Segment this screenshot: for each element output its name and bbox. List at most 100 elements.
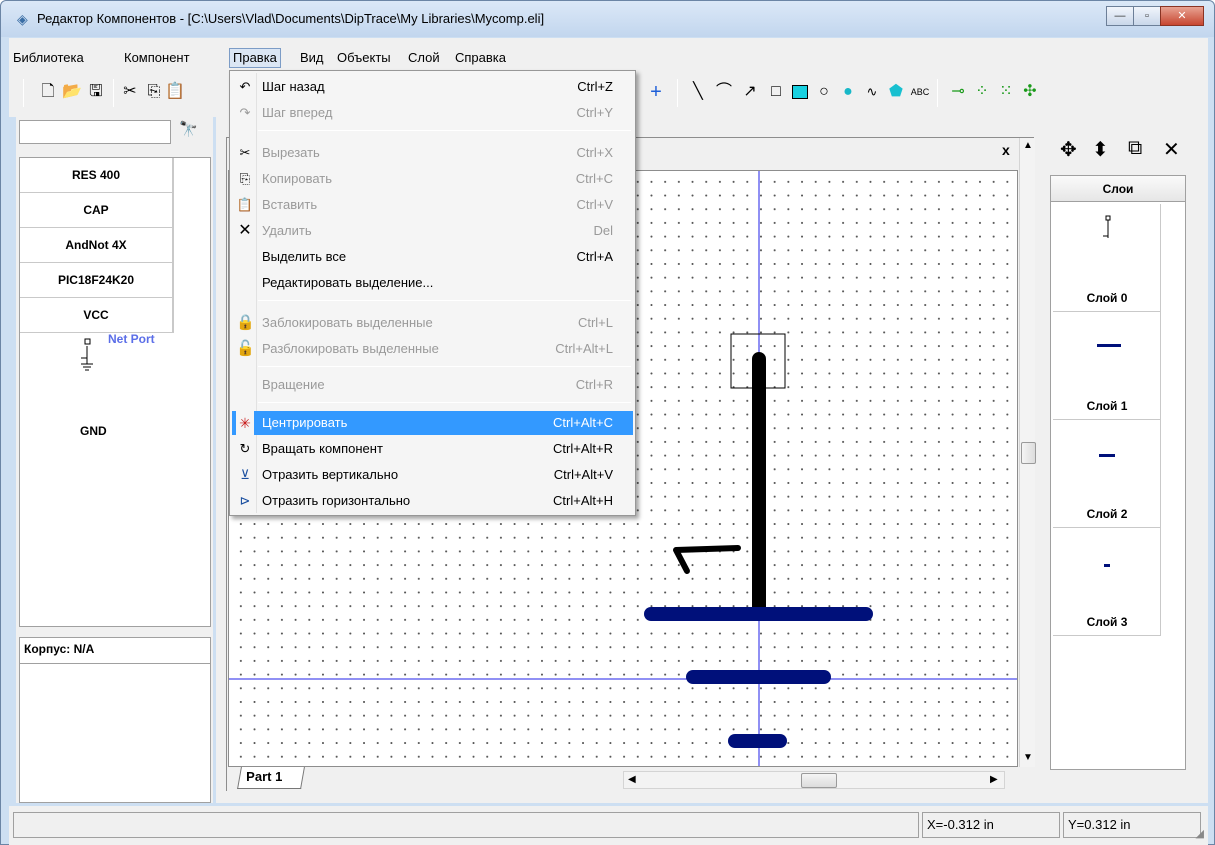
layer-item[interactable]: Слой 0	[1053, 204, 1161, 312]
menu-item-rotate-component[interactable]: ↻ Вращать компонент Ctrl+Alt+R	[232, 437, 633, 461]
layer-label: Слой 1	[1086, 399, 1128, 413]
component-item[interactable]: RES 400	[20, 158, 173, 193]
scroll-down-icon[interactable]: ▼	[1023, 752, 1033, 763]
filled-rectangle-tool-icon[interactable]	[789, 81, 811, 103]
menu-item-paste[interactable]: 📋 Вставить Ctrl+V	[232, 193, 633, 217]
rotate-component-icon: ↻	[239, 441, 251, 456]
menu-item-shortcut: Ctrl+V	[576, 197, 613, 212]
flip-horizontal-icon: ⊳	[239, 493, 251, 508]
text-tool-icon[interactable]: ABC	[909, 81, 931, 103]
pin-group-icon[interactable]: ✣	[1019, 81, 1041, 103]
pin-label-mark	[673, 545, 741, 574]
fit-icon[interactable]: ⧉	[1128, 137, 1142, 160]
center-icon: ✳	[236, 411, 254, 435]
paste-icon[interactable]: 📋	[164, 81, 186, 103]
x-coordinate: X=-0.312 in	[922, 812, 1060, 838]
menu-item-flip-horizontal[interactable]: ⊳ Отразить горизонтально Ctrl+Alt+H	[232, 489, 633, 513]
flip-vertical-icon: ⊻	[240, 467, 250, 482]
tab-part-1-label: Part 1	[246, 769, 283, 784]
copy-icon[interactable]: ⎘	[143, 81, 165, 103]
close-button[interactable]: ✕	[1160, 6, 1204, 26]
menu-item-rotation[interactable]: Вращение Ctrl+R	[232, 373, 633, 397]
save-icon[interactable]: 🖫	[85, 81, 107, 103]
horizontal-scroll-thumb[interactable]	[801, 773, 837, 788]
menu-library[interactable]: Библиотека	[13, 49, 84, 69]
horizontal-scrollbar[interactable]: ◀ ▶	[623, 771, 1005, 789]
menu-item-select-all[interactable]: Выделить все Ctrl+A	[232, 245, 633, 269]
component-list: RES 400 CAP AndNot 4X PIC18F24K20 VCC Ne…	[19, 157, 211, 627]
delete-icon: ✕	[238, 222, 252, 239]
place-pin-icon[interactable]: ⊸	[947, 81, 969, 103]
menu-item-label: Отразить вертикально	[262, 467, 399, 482]
find-icon[interactable]: 🔭	[179, 120, 198, 138]
package-label: Корпус: N/A	[24, 642, 95, 656]
scroll-left-icon[interactable]: ◀	[628, 774, 636, 785]
status-message	[13, 812, 919, 838]
document-close-icon[interactable]: x	[1002, 142, 1010, 158]
pin-array-icon[interactable]: ⁙	[995, 81, 1017, 103]
component-item[interactable]: PIC18F24K20	[20, 263, 173, 298]
filled-ellipse-tool-icon[interactable]: ●	[837, 81, 859, 103]
open-file-icon[interactable]: 📂	[61, 81, 83, 103]
tab-part-1[interactable]: Part 1	[237, 767, 305, 789]
menu-item-flip-vertical[interactable]: ⊻ Отразить вертикально Ctrl+Alt+V	[232, 463, 633, 487]
menu-item-label: Выделить все	[262, 249, 347, 264]
polyline-tool-icon[interactable]: ∿	[861, 81, 883, 103]
new-file-icon[interactable]: 🗋	[37, 81, 59, 103]
menu-item-shortcut: Ctrl+Alt+L	[555, 341, 613, 356]
menu-item-cut[interactable]: ✂ Вырезать Ctrl+X	[232, 141, 633, 165]
menu-item-shortcut: Ctrl+Alt+H	[553, 493, 613, 508]
window-title: Редактор Компонентов - [C:\Users\Vlad\Do…	[37, 11, 545, 26]
menu-view[interactable]: Вид	[300, 49, 324, 69]
scroll-right-icon[interactable]: ▶	[990, 774, 998, 785]
menu-help[interactable]: Справка	[455, 49, 506, 69]
ellipse-tool-icon[interactable]: ○	[813, 81, 835, 103]
layer-item[interactable]: Слой 3	[1053, 528, 1161, 636]
menu-objects[interactable]: Объекты	[337, 49, 391, 69]
menu-item-label: Вращать компонент	[262, 441, 383, 456]
component-search-input[interactable]	[19, 120, 171, 144]
menu-item-label: Вращение	[262, 377, 325, 392]
title-bar[interactable]: ◈ Редактор Компонентов - [C:\Users\Vlad\…	[1, 1, 1214, 37]
component-item[interactable]: CAP	[20, 193, 173, 228]
menu-item-edit-selection[interactable]: Редактировать выделение...	[232, 271, 633, 295]
minimize-button[interactable]: —	[1106, 6, 1134, 26]
layer-item[interactable]: Слой 1	[1053, 312, 1161, 420]
move-icon[interactable]: ✥	[1060, 137, 1077, 162]
delete-layer-icon[interactable]: ✕	[1163, 137, 1180, 162]
maximize-button[interactable]: ▫	[1133, 6, 1161, 26]
menu-layer[interactable]: Слой	[408, 49, 440, 69]
sort-icon[interactable]: ⬍	[1092, 137, 1109, 162]
arrow-tool-icon[interactable]: ↗	[739, 81, 761, 103]
line-tool-icon[interactable]: ╲	[687, 81, 709, 103]
paste-icon: 📋	[236, 197, 254, 212]
layers-list: Слои Слой 0 Слой 1 Слой 2 Слой 3	[1050, 175, 1186, 770]
menu-item-lock[interactable]: 🔒 Заблокировать выделенные Ctrl+L	[232, 311, 633, 335]
gnd-label[interactable]: GND	[80, 424, 107, 438]
menu-item-unlock[interactable]: 🔓 Разблокировать выделенные Ctrl+Alt+L	[232, 337, 633, 361]
menu-item-label: Копировать	[262, 171, 332, 186]
component-item[interactable]: VCC	[20, 298, 173, 333]
resize-grip-icon[interactable]: ◢	[1196, 827, 1204, 840]
menu-item-center[interactable]: ✳ Центрировать Ctrl+Alt+C	[232, 411, 633, 435]
menu-item-delete[interactable]: ✕ Удалить Del	[232, 219, 633, 243]
menu-item-copy[interactable]: ⎘ Копировать Ctrl+C	[232, 167, 633, 191]
menu-component[interactable]: Компонент	[124, 49, 190, 69]
toolbar-separator	[937, 79, 938, 107]
rectangle-tool-icon[interactable]: □	[765, 81, 787, 103]
place-pins-icon[interactable]: ⁘	[971, 81, 993, 103]
menu-item-redo[interactable]: ↷ Шаг вперед Ctrl+Y	[232, 101, 633, 125]
layer-item[interactable]: Слой 2	[1053, 420, 1161, 528]
arc-tool-icon[interactable]: ⌒	[713, 81, 735, 103]
scroll-up-icon[interactable]: ▲	[1023, 140, 1033, 151]
vertical-scroll-thumb[interactable]	[1021, 442, 1036, 464]
vertical-scrollbar[interactable]: ▲ ▼	[1019, 138, 1036, 767]
tab-strip: Part 1 ◀ ▶	[227, 767, 1035, 791]
menu-item-undo[interactable]: ↶ Шаг назад Ctrl+Z	[232, 75, 633, 99]
menu-edit[interactable]: Правка	[229, 48, 281, 68]
cut-icon[interactable]: ✂	[119, 81, 141, 103]
menu-item-shortcut: Ctrl+Z	[577, 79, 613, 94]
crosshair-icon[interactable]: +	[645, 81, 667, 103]
polygon-tool-icon[interactable]: ⬟	[885, 81, 907, 103]
component-item[interactable]: AndNot 4X	[20, 228, 173, 263]
